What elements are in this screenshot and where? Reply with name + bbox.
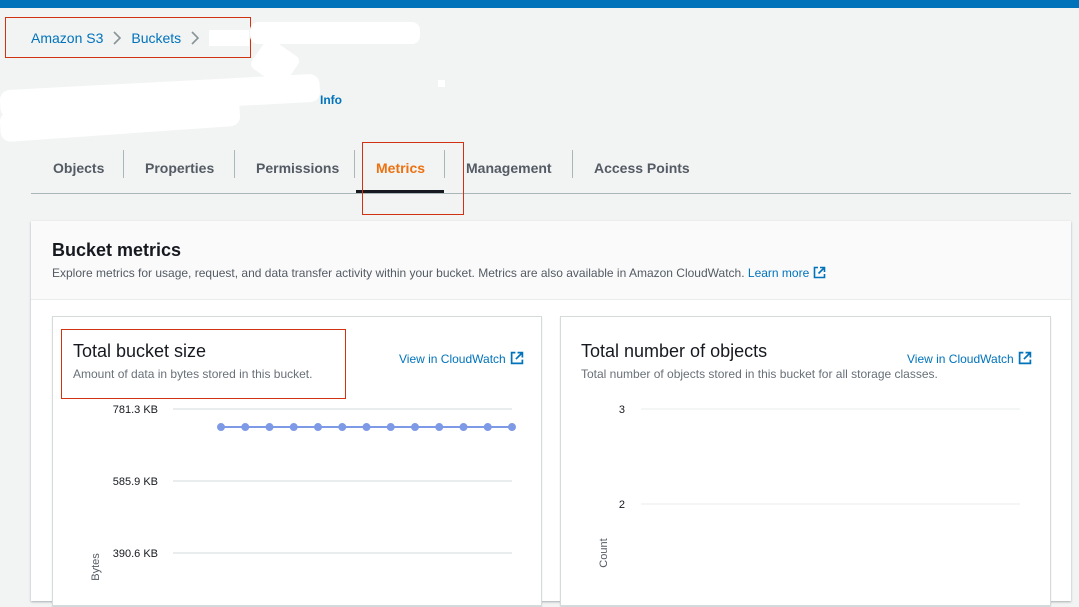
tab-label: Permissions xyxy=(256,160,340,176)
tab-label: Properties xyxy=(145,160,215,176)
panel-header: Bucket metrics Explore metrics for usage… xyxy=(31,221,1071,300)
data-point xyxy=(459,423,468,432)
data-point xyxy=(435,423,444,432)
y-axis-label: Count xyxy=(598,538,610,567)
data-point xyxy=(314,423,322,432)
breadcrumb-buckets[interactable]: Buckets xyxy=(131,30,181,46)
redaction-mark xyxy=(438,80,445,87)
data-point xyxy=(217,423,225,432)
bucket-tabs: Objects Properties Permissions Metrics M… xyxy=(31,143,1071,194)
object-count-chart: 3 2 Count xyxy=(598,404,1020,568)
data-point xyxy=(338,423,347,432)
y-tick-label: 3 xyxy=(619,404,625,416)
data-point xyxy=(411,423,419,432)
learn-more-label: Learn more xyxy=(747,266,810,280)
chevron-right-icon xyxy=(113,30,122,45)
info-link[interactable]: Info xyxy=(320,93,342,107)
tab-permissions[interactable]: Permissions xyxy=(256,143,339,193)
panel-description-text: Explore metrics for usage, request, and … xyxy=(52,266,745,280)
tab-objects[interactable]: Objects xyxy=(53,143,104,193)
breadcrumb: Amazon S3 Buckets xyxy=(5,17,251,58)
bucket-metrics-panel: Bucket metrics Explore metrics for usage… xyxy=(31,221,1071,606)
tab-divider xyxy=(123,150,124,178)
breadcrumb-amazon-s3[interactable]: Amazon S3 xyxy=(31,30,103,46)
y-tick-label: 390.6 KB xyxy=(113,548,158,560)
tab-label: Management xyxy=(466,160,552,176)
data-point xyxy=(265,423,274,432)
tab-divider xyxy=(572,150,573,178)
data-point xyxy=(362,423,371,432)
data-point xyxy=(386,423,395,432)
tab-divider xyxy=(354,150,355,178)
tab-divider xyxy=(234,150,235,178)
top-bar xyxy=(0,0,1079,8)
bucket-size-chart: 781.3 KB 585.9 KB 390.6 KB Bytes xyxy=(90,404,516,581)
y-tick-label: 781.3 KB xyxy=(113,404,158,416)
external-link-icon xyxy=(813,266,826,282)
y-tick-label: 2 xyxy=(619,499,625,511)
tab-label: Objects xyxy=(53,160,105,176)
tab-properties[interactable]: Properties xyxy=(145,143,214,193)
y-axis-label: Bytes xyxy=(90,553,102,581)
total-bucket-size-card: Total bucket size Amount of data in byte… xyxy=(52,316,542,606)
y-tick-label: 585.9 KB xyxy=(113,476,158,488)
data-point xyxy=(483,423,492,432)
data-point xyxy=(508,423,516,432)
highlight-box-metrics xyxy=(362,142,464,215)
learn-more-link[interactable]: Learn more xyxy=(748,266,826,280)
tab-access-points[interactable]: Access Points xyxy=(594,143,690,193)
data-point xyxy=(289,423,298,432)
total-objects-card: Total number of objects Total number of … xyxy=(560,316,1051,606)
data-point xyxy=(241,423,250,432)
tab-label: Access Points xyxy=(594,160,690,176)
chevron-right-icon xyxy=(191,30,200,45)
panel-description: Explore metrics for usage, request, and … xyxy=(52,266,826,282)
tab-management[interactable]: Management xyxy=(466,143,552,193)
redacted-bucket-name xyxy=(209,29,250,46)
panel-title: Bucket metrics xyxy=(52,240,182,260)
